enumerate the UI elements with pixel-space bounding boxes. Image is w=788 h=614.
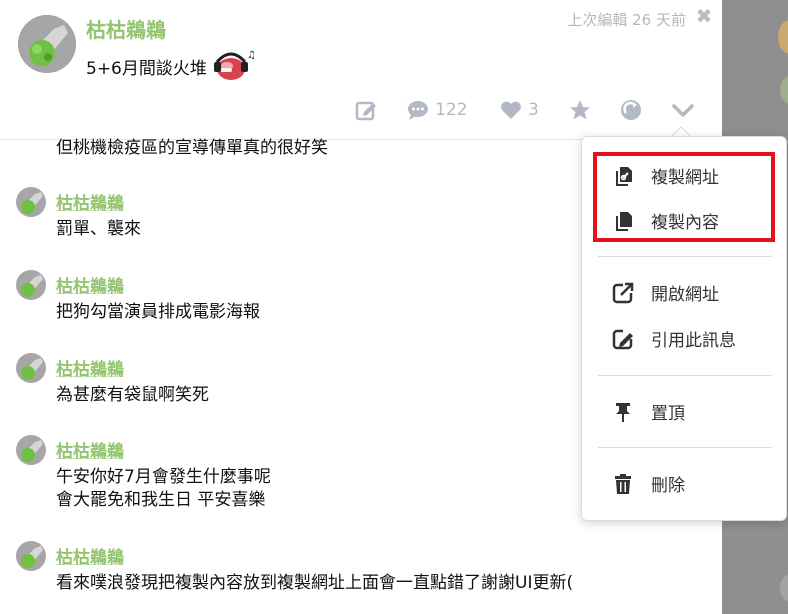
background-avatar-fragment xyxy=(780,76,788,104)
external-link-icon xyxy=(612,282,634,304)
menu-label: 引用此訊息 xyxy=(651,330,736,351)
response-author-name[interactable]: 枯枯鵜鵜 xyxy=(56,272,124,297)
heart-icon xyxy=(501,101,521,119)
response-author-name[interactable]: 枯枯鵜鵜 xyxy=(56,355,124,380)
edit-icon xyxy=(355,101,376,121)
response-text: 會大罷免和我生日 平安喜樂 xyxy=(56,490,266,510)
speech-bubble-icon xyxy=(408,101,428,120)
star-icon xyxy=(570,100,590,120)
response-avatar[interactable] xyxy=(16,270,46,300)
response-author-name[interactable]: 枯枯鵜鵜 xyxy=(56,437,124,462)
author-avatar[interactable] xyxy=(18,15,76,73)
last-edited-time: 上次編輯 26 天前 xyxy=(567,11,686,29)
response-avatar[interactable] xyxy=(16,353,46,383)
background-avatar-fragment xyxy=(780,574,788,602)
edit-button[interactable] xyxy=(355,96,377,124)
chevron-down-icon xyxy=(672,104,694,117)
menu-separator xyxy=(598,447,772,448)
response-text: 但桃機檢疫區的宣導傳單真的很好笑 xyxy=(56,138,328,158)
response-text: 看來噗浪發現把複製內容放到複製網址上面會一直點錯了謝謝UI更新( xyxy=(56,573,574,593)
response-text: 為甚麼有袋鼠啊笑死 xyxy=(56,385,209,405)
pin-icon xyxy=(616,403,630,422)
like-button[interactable]: 3 xyxy=(500,96,539,124)
response-avatar[interactable] xyxy=(16,187,46,217)
response-avatar[interactable] xyxy=(16,435,46,465)
response-avatar[interactable] xyxy=(16,541,46,571)
menu-label: 置頂 xyxy=(651,403,685,424)
highlight-annotation-box xyxy=(593,152,775,242)
svg-text:♫: ♫ xyxy=(247,50,255,61)
response-author-name[interactable]: 枯枯鵜鵜 xyxy=(56,543,124,568)
response-author-name[interactable]: 枯枯鵜鵜 xyxy=(56,189,124,214)
response-text: 罰單、襲來 xyxy=(56,219,141,239)
post-author-name[interactable]: 枯枯鵜鵜 xyxy=(86,14,166,43)
responses-count: 122 xyxy=(435,100,468,120)
favorite-button[interactable] xyxy=(569,96,591,124)
background-avatar-fragment xyxy=(778,20,788,54)
replurk-icon xyxy=(621,100,641,120)
menu-label: 開啟網址 xyxy=(651,284,719,305)
response-text: 午安你好7月會發生什麼事呢 xyxy=(56,467,271,487)
menu-item-pin[interactable]: 置頂 xyxy=(582,391,788,431)
menu-item-delete[interactable]: 刪除 xyxy=(582,463,788,503)
menu-separator xyxy=(598,256,772,257)
likes-count: 3 xyxy=(528,100,539,120)
responses-button[interactable]: 122 xyxy=(407,96,467,124)
response-text: 把狗勾當演員排成電影海報 xyxy=(56,302,260,322)
post-content-text: 5+6月間談火堆 xyxy=(86,58,207,79)
trash-icon xyxy=(615,474,631,494)
more-options-button[interactable] xyxy=(672,96,694,124)
replurk-button[interactable] xyxy=(620,96,642,124)
menu-item-quote[interactable]: 引用此訊息 xyxy=(582,318,788,358)
close-button[interactable]: ✖ xyxy=(694,5,714,27)
menu-item-open-url[interactable]: 開啟網址 xyxy=(582,272,788,312)
menu-separator xyxy=(598,375,772,376)
quote-edit-icon xyxy=(612,329,633,350)
menu-label: 刪除 xyxy=(651,475,685,496)
headphone-meat-emoticon: ♫ xyxy=(211,48,256,84)
plurk-action-bar: 122 3 xyxy=(0,96,722,124)
post-content: 5+6月間談火堆 ♫ xyxy=(86,48,256,84)
